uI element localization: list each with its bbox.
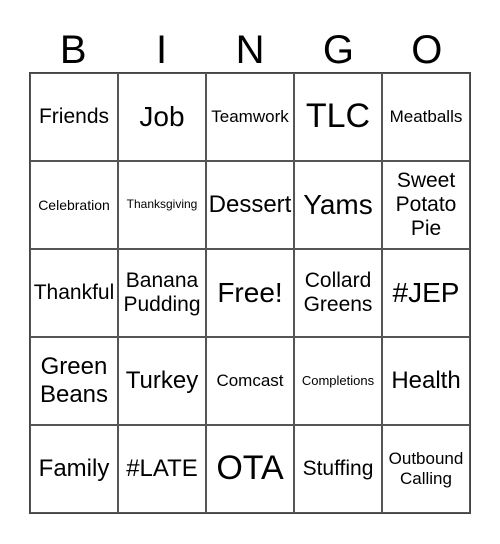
header-letter-o: O — [411, 28, 443, 72]
bingo-cell[interactable]: Outbound Calling — [382, 425, 470, 513]
header-letter-n: N — [235, 28, 265, 72]
bingo-cell[interactable]: Meatballs — [382, 73, 470, 161]
bingo-header: B I N G O — [29, 28, 471, 72]
bingo-cell[interactable]: Turkey — [118, 337, 206, 425]
bingo-cell[interactable]: Friends — [30, 73, 118, 161]
bingo-cell[interactable]: Dessert — [206, 161, 294, 249]
header-letter-b: B — [59, 28, 87, 72]
bingo-cell[interactable]: #JEP — [382, 249, 470, 337]
bingo-cell[interactable]: Teamwork — [206, 73, 294, 161]
header-letter-g: G — [322, 28, 354, 72]
bingo-cell[interactable]: Thankful — [30, 249, 118, 337]
bingo-cell[interactable]: OTA — [206, 425, 294, 513]
bingo-cell[interactable]: Family — [30, 425, 118, 513]
bingo-cell[interactable]: Comcast — [206, 337, 294, 425]
header-letter-i: I — [156, 28, 168, 72]
bingo-cell[interactable]: Yams — [294, 161, 382, 249]
bingo-cell[interactable]: #LATE — [118, 425, 206, 513]
bingo-cell[interactable]: Completions — [294, 337, 382, 425]
bingo-cell[interactable]: Job — [118, 73, 206, 161]
bingo-cell[interactable]: Collard Greens — [294, 249, 382, 337]
bingo-cell[interactable]: Stuffing — [294, 425, 382, 513]
bingo-cell[interactable]: Thanksgiving — [118, 161, 206, 249]
bingo-grid: Friends Job Teamwork TLC Meatballs Celeb… — [29, 72, 471, 514]
bingo-cell free-space[interactable]: Free! — [206, 249, 294, 337]
bingo-cell[interactable]: Green Beans — [30, 337, 118, 425]
bingo-cell[interactable]: Celebration — [30, 161, 118, 249]
bingo-cell[interactable]: Banana Pudding — [118, 249, 206, 337]
bingo-cell[interactable]: Health — [382, 337, 470, 425]
bingo-cell[interactable]: Sweet Potato Pie — [382, 161, 470, 249]
bingo-cell[interactable]: TLC — [294, 73, 382, 161]
